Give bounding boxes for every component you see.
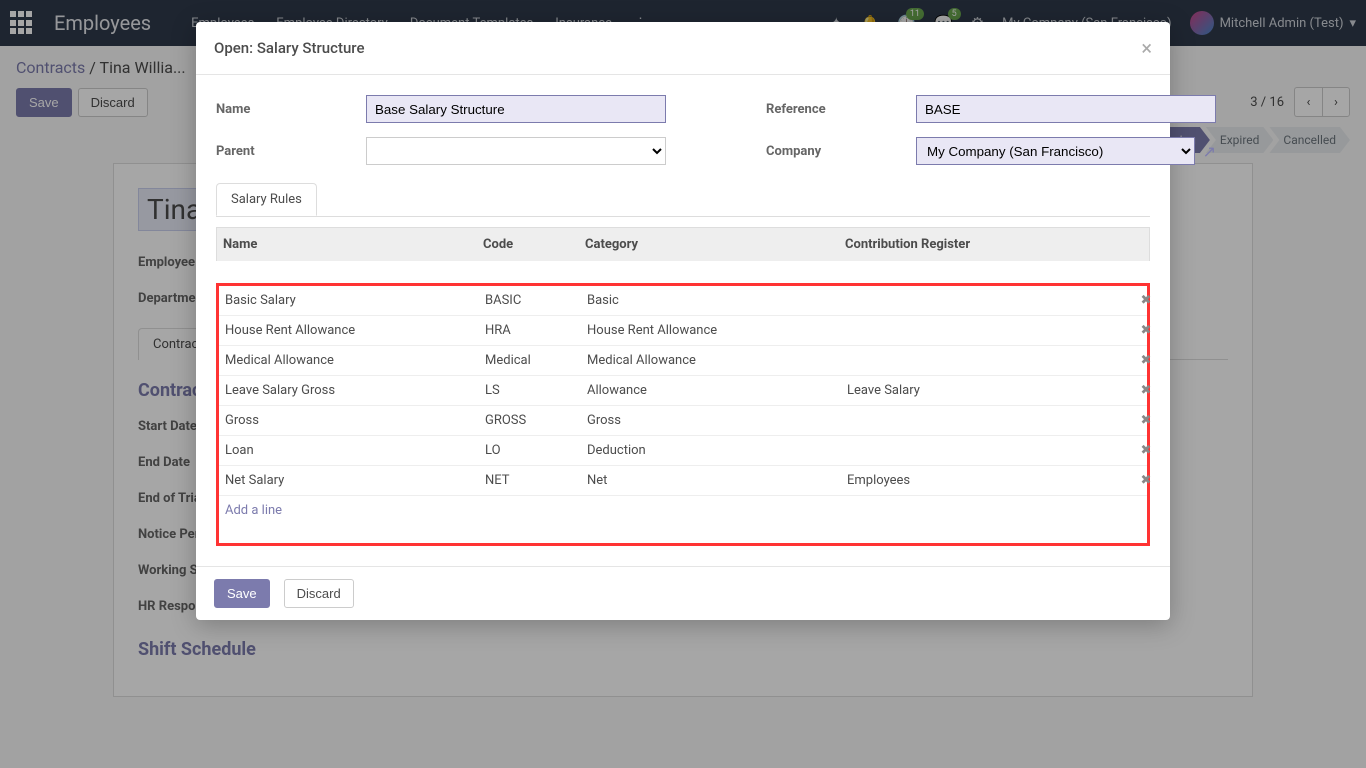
cell-name: Net Salary bbox=[219, 466, 479, 495]
modal-footer: Save Discard bbox=[196, 566, 1170, 620]
rules-body: Basic SalaryBASICBasic✖House Rent Allowa… bbox=[219, 286, 1147, 496]
cell-category: Basic bbox=[581, 286, 841, 315]
label-name: Name bbox=[216, 102, 346, 117]
table-row[interactable]: GrossGROSSGross✖ bbox=[219, 406, 1147, 436]
tab-salary-rules[interactable]: Salary Rules bbox=[216, 183, 317, 216]
delete-row-icon[interactable]: ✖ bbox=[1131, 436, 1161, 465]
cell-register bbox=[841, 316, 1131, 345]
parent-field[interactable] bbox=[366, 137, 666, 165]
cell-category: Gross bbox=[581, 406, 841, 435]
cell-category: Allowance bbox=[581, 376, 841, 405]
delete-row-icon[interactable]: ✖ bbox=[1131, 376, 1161, 405]
close-icon[interactable]: × bbox=[1141, 36, 1152, 60]
reference-field[interactable] bbox=[916, 95, 1216, 123]
cell-name: Basic Salary bbox=[219, 286, 479, 315]
label-parent: Parent bbox=[216, 144, 346, 159]
cell-code: Medical bbox=[479, 346, 581, 375]
delete-row-icon[interactable]: ✖ bbox=[1131, 406, 1161, 435]
cell-category: Deduction bbox=[581, 436, 841, 465]
rules-header: Name Code Category Contribution Register bbox=[216, 227, 1150, 261]
modal-overlay: Open: Salary Structure × Name Reference … bbox=[0, 0, 1366, 768]
delete-row-icon[interactable]: ✖ bbox=[1131, 346, 1161, 375]
col-actions bbox=[1129, 228, 1159, 261]
table-row[interactable]: Leave Salary GrossLSAllowanceLeave Salar… bbox=[219, 376, 1147, 406]
cell-code: BASIC bbox=[479, 286, 581, 315]
table-row[interactable]: LoanLODeduction✖ bbox=[219, 436, 1147, 466]
cell-code: HRA bbox=[479, 316, 581, 345]
cell-name: Medical Allowance bbox=[219, 346, 479, 375]
cell-name: Leave Salary Gross bbox=[219, 376, 479, 405]
cell-category: House Rent Allowance bbox=[581, 316, 841, 345]
delete-row-icon[interactable]: ✖ bbox=[1131, 466, 1161, 495]
cell-code: LO bbox=[479, 436, 581, 465]
name-field[interactable] bbox=[366, 95, 666, 123]
modal-discard-button[interactable]: Discard bbox=[284, 579, 354, 608]
cell-register bbox=[841, 286, 1131, 315]
cell-register bbox=[841, 436, 1131, 465]
cell-name: Gross bbox=[219, 406, 479, 435]
modal-header: Open: Salary Structure × bbox=[196, 22, 1170, 75]
external-link-icon[interactable]: ↗ bbox=[1203, 142, 1216, 161]
cell-category: Net bbox=[581, 466, 841, 495]
company-field[interactable]: My Company (San Francisco) bbox=[916, 137, 1195, 165]
col-register: Contribution Register bbox=[839, 228, 1129, 261]
cell-code: GROSS bbox=[479, 406, 581, 435]
modal-save-button[interactable]: Save bbox=[214, 579, 270, 608]
delete-row-icon[interactable]: ✖ bbox=[1131, 286, 1161, 315]
modal-body: Name Reference Parent Company My Company… bbox=[196, 75, 1170, 566]
table-row[interactable]: Net SalaryNETNetEmployees✖ bbox=[219, 466, 1147, 496]
salary-structure-modal: Open: Salary Structure × Name Reference … bbox=[196, 22, 1170, 620]
label-reference: Reference bbox=[766, 102, 896, 117]
cell-code: LS bbox=[479, 376, 581, 405]
cell-register bbox=[841, 346, 1131, 375]
col-code: Code bbox=[477, 228, 579, 261]
cell-register: Employees bbox=[841, 466, 1131, 495]
rules-highlight-box: Basic SalaryBASICBasic✖House Rent Allowa… bbox=[216, 283, 1150, 546]
modal-tabs: Salary Rules bbox=[216, 183, 1150, 217]
table-row[interactable]: Medical AllowanceMedicalMedical Allowanc… bbox=[219, 346, 1147, 376]
cell-category: Medical Allowance bbox=[581, 346, 841, 375]
cell-register bbox=[841, 406, 1131, 435]
add-line-link[interactable]: Add a line bbox=[219, 496, 1147, 525]
col-name: Name bbox=[217, 228, 477, 261]
col-category: Category bbox=[579, 228, 839, 261]
delete-row-icon[interactable]: ✖ bbox=[1131, 316, 1161, 345]
cell-code: NET bbox=[479, 466, 581, 495]
cell-register: Leave Salary bbox=[841, 376, 1131, 405]
modal-title: Open: Salary Structure bbox=[214, 39, 365, 57]
cell-name: Loan bbox=[219, 436, 479, 465]
table-row[interactable]: Basic SalaryBASICBasic✖ bbox=[219, 286, 1147, 316]
cell-name: House Rent Allowance bbox=[219, 316, 479, 345]
table-row[interactable]: House Rent AllowanceHRAHouse Rent Allowa… bbox=[219, 316, 1147, 346]
label-company: Company bbox=[766, 144, 896, 159]
